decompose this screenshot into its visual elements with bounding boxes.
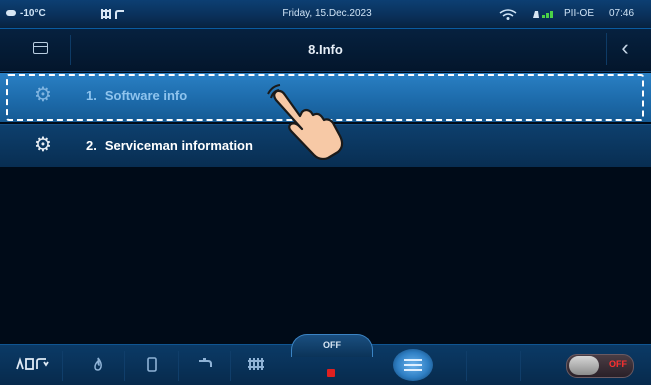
tap-hand-icon [267,84,344,160]
header-divider [70,35,71,65]
status-time: 07:46 [609,8,635,19]
toggle-knob[interactable] [569,356,599,375]
main-menu-button[interactable] [393,349,433,381]
toolbar-divider [124,351,125,381]
toolbar-divider [178,351,179,381]
menu-item-number: 2. [86,138,97,153]
toolbar-divider [520,351,521,381]
toolbar-divider [230,351,231,381]
tank-icon[interactable] [142,357,162,375]
menu-icon [404,359,422,361]
flame-icon[interactable] [88,357,108,374]
toggle-label: OFF [609,359,627,369]
menu-item-text: Serviceman information [104,138,253,153]
toolbar-divider [466,351,467,381]
menu-item-label: 2. Serviceman information [86,138,253,153]
toolbar-divider [62,351,63,381]
burner-state-tab[interactable]: OFF [291,334,373,357]
folder-icon[interactable] [32,42,48,54]
status-date: Friday, 15.Dec.2023 [282,8,372,19]
outdoor-temp-value: -10°C [20,8,46,19]
outdoor-temperature: -10°C [6,8,46,19]
gear-icon: ⚙ [34,134,52,156]
heating-mode-icon[interactable] [12,357,52,374]
back-button[interactable]: ‹ [606,33,643,65]
status-bar: -10°C Friday, 15.Dec.2023 PII-OE 07:46 [0,0,651,29]
radiator-icon[interactable] [246,357,266,374]
weather-icon [6,10,16,17]
wifi-icon [498,8,518,23]
menu-header: 8.Info ‹ [0,29,651,72]
power-toggle[interactable]: OFF [566,354,634,378]
tap-icon[interactable] [196,357,216,372]
touch-screen: -10°C Friday, 15.Dec.2023 PII-OE 07:46 8… [0,0,651,385]
stop-indicator [327,369,335,377]
page-title: 8.Info [308,42,343,57]
connection-icon [531,8,557,23]
user-code: PII-OE [564,8,595,19]
radiator-status-icon [101,8,127,23]
